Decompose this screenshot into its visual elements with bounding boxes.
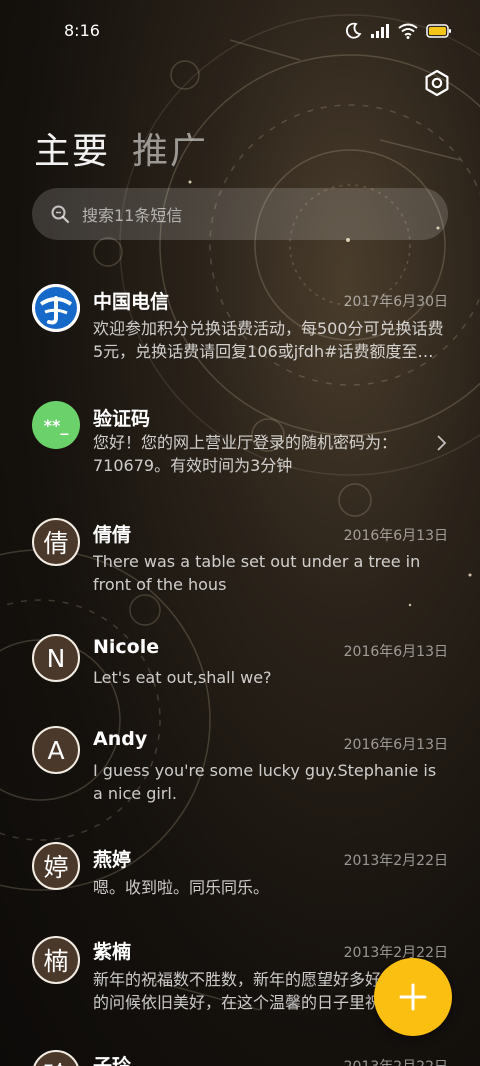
- china-telecom-logo-icon: [32, 284, 80, 332]
- contact-name: 紫楠: [93, 941, 132, 963]
- message-preview: There was a table set out under a tree i…: [93, 552, 421, 594]
- settings-hexagon-icon: [425, 69, 449, 97]
- chevron-right-icon: [437, 435, 447, 451]
- message-preview: Let's eat out,shall we?: [93, 668, 272, 687]
- message-date: 2013年2月22日: [343, 853, 448, 869]
- contact-name: 燕婷: [93, 849, 132, 871]
- message-date: 2013年2月22日: [343, 945, 448, 961]
- avatar: 倩: [32, 518, 80, 566]
- status-icons: [344, 22, 452, 40]
- signal-icon: [371, 24, 389, 38]
- tab-promotions[interactable]: 推广: [132, 122, 208, 174]
- moon-icon: [345, 22, 362, 39]
- search-bar[interactable]: 搜索11条短信: [32, 188, 448, 240]
- search-icon: [51, 205, 70, 224]
- contact-name: 子玲: [93, 1055, 132, 1066]
- message-date: 2013年2月22日: [344, 1056, 448, 1066]
- message-preview: I guess you're some lucky guy.Stephanie …: [93, 761, 437, 803]
- conversation-item[interactable]: A Andy 2016年6月13日 I guess you're some lu…: [0, 726, 480, 826]
- avatar: 婷: [32, 842, 80, 890]
- search-placeholder: 搜索11条短信: [82, 206, 183, 225]
- avatar: [32, 284, 80, 332]
- conversation-item[interactable]: 中国电信 2017年6月30日 欢迎参加积分兑换话费活动，每500分可兑换话费5…: [0, 282, 480, 382]
- avatar-text: 玲: [43, 1056, 68, 1066]
- conversation-item[interactable]: 玲 子玲 2013年2月22日: [0, 1048, 480, 1066]
- status-time: 8:16: [64, 21, 100, 40]
- plus-icon: [399, 983, 427, 1011]
- contact-name: Nicole: [93, 636, 160, 658]
- avatar: 玲: [32, 1050, 80, 1066]
- conversation-item[interactable]: 倩 倩倩 2016年6月13日 There was a table set ou…: [0, 516, 480, 616]
- avatar-text: **_: [43, 415, 69, 435]
- status-bar: 8:16: [0, 0, 480, 62]
- avatar-text: 楠: [43, 947, 69, 976]
- contact-name: Andy: [93, 728, 148, 750]
- conversation-item[interactable]: N Nicole 2016年6月13日 Let's eat out,shall …: [0, 632, 480, 712]
- message-preview: 您好！您的网上营业厅登录的随机密码为：710679。有效时间为3分钟: [93, 433, 398, 475]
- new-message-button[interactable]: [374, 958, 452, 1036]
- battery-icon: [426, 24, 451, 38]
- contact-name: 中国电信: [93, 291, 170, 313]
- avatar-text: N: [46, 643, 66, 673]
- message-preview: 欢迎参加积分兑换话费活动，每500分可兑换话费5元，兑换话费请回复106或jfd…: [93, 319, 444, 361]
- message-date: 2016年6月13日: [343, 644, 448, 660]
- conversation-item[interactable]: **_ 验证码 您好！您的网上营业厅登录的随机密码为：710679。有效时间为3…: [0, 400, 480, 490]
- avatar: 楠: [32, 936, 80, 984]
- contact-name: 验证码: [93, 408, 151, 430]
- tab-main[interactable]: 主要: [34, 122, 110, 174]
- message-preview: 嗯。收到啦。同乐同乐。: [93, 878, 270, 897]
- contact-name: 倩倩: [93, 524, 132, 546]
- wifi-icon: [398, 23, 418, 39]
- message-date: 2017年6月30日: [343, 294, 448, 310]
- avatar-text: 倩: [43, 529, 69, 558]
- avatar-text: 婷: [43, 853, 69, 882]
- conversation-item[interactable]: 婷 燕婷 2013年2月22日 嗯。收到啦。同乐同乐。: [0, 842, 480, 922]
- avatar: A: [32, 726, 80, 774]
- message-date: 2016年6月13日: [343, 528, 448, 544]
- tab-bar: 主要 推广: [34, 122, 208, 174]
- avatar: **_: [32, 401, 80, 449]
- avatar: N: [32, 634, 80, 682]
- settings-button[interactable]: [422, 68, 452, 98]
- message-date: 2016年6月13日: [343, 737, 448, 753]
- avatar-text: A: [47, 735, 65, 765]
